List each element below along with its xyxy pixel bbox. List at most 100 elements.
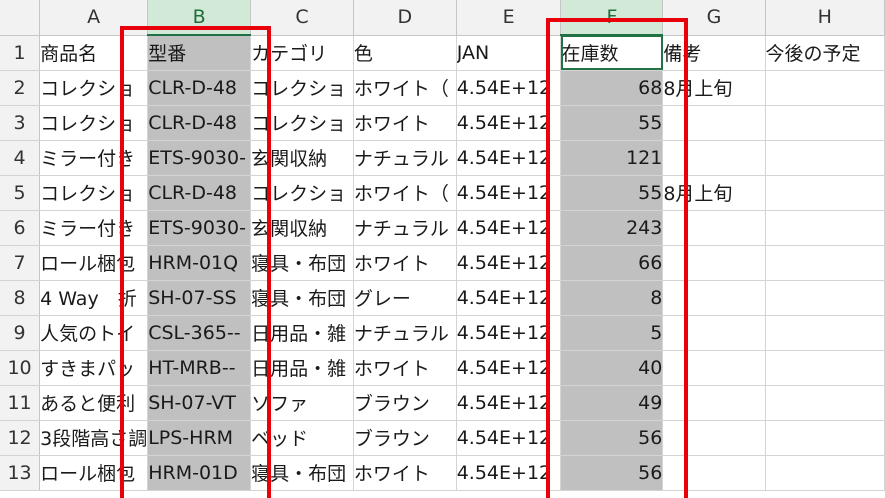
cell-e13[interactable]: 4.54E+12 [456,455,562,491]
cell-g3[interactable] [662,105,766,141]
cell-e11[interactable]: 4.54E+12 [456,385,562,421]
cell-b13[interactable]: HRM-01D [147,455,252,491]
cell-e6[interactable]: 4.54E+12 [456,210,562,246]
row-header-10[interactable]: 10 [0,350,41,386]
cell-h11[interactable] [765,385,885,421]
cell-a12[interactable]: 3段階高さ調 [39,420,149,456]
cell-g8[interactable] [662,280,766,316]
cell-h12[interactable] [765,420,885,456]
column-header-a[interactable]: A [39,0,149,36]
cell-d5[interactable]: ホワイト（ [353,175,457,211]
row-header-6[interactable]: 6 [0,210,41,246]
cell-e4[interactable]: 4.54E+12 [456,140,562,176]
cell-d3[interactable]: ホワイト [353,105,457,141]
cell-f13[interactable]: 56 [560,455,664,491]
cell-g4[interactable] [662,140,766,176]
cell-c10[interactable]: 日用品・雑 [250,350,354,386]
cell-a11[interactable]: あると便利 [39,385,149,421]
cell-e10[interactable]: 4.54E+12 [456,350,562,386]
cell-c1[interactable]: カテゴリ [250,35,354,71]
cell-c2[interactable]: コレクショ [250,70,354,106]
cell-a10[interactable]: すきまパッ [39,350,149,386]
cell-e5[interactable]: 4.54E+12 [456,175,562,211]
cell-e1[interactable]: JAN [456,35,562,71]
cell-h9[interactable] [765,315,885,351]
select-all-corner[interactable] [0,0,41,36]
column-header-g[interactable]: G [662,0,766,36]
cell-h1[interactable]: 今後の予定 [765,35,885,71]
cell-d11[interactable]: ブラウン [353,385,457,421]
column-header-d[interactable]: D [353,0,457,36]
row-header-3[interactable]: 3 [0,105,41,141]
cell-g10[interactable] [662,350,766,386]
row-header-13[interactable]: 13 [0,455,41,491]
cell-f2[interactable]: 68 [560,70,664,106]
cell-f6[interactable]: 243 [560,210,664,246]
cell-c3[interactable]: コレクショ [250,105,354,141]
cell-a13[interactable]: ロール梱包 [39,455,149,491]
row-header-4[interactable]: 4 [0,140,41,176]
cell-g5[interactable]: 8月上旬 [662,175,766,211]
cell-a2[interactable]: コレクショ [39,70,149,106]
cell-c12[interactable]: ベッド [250,420,354,456]
cell-e3[interactable]: 4.54E+12 [456,105,562,141]
cell-a8[interactable]: 4 Way 折 [39,280,149,316]
cell-f8[interactable]: 8 [560,280,664,316]
cell-e7[interactable]: 4.54E+12 [456,245,562,281]
cell-e9[interactable]: 4.54E+12 [456,315,562,351]
cell-f1[interactable]: 在庫数 [560,35,664,71]
cell-h8[interactable] [765,280,885,316]
cell-b5[interactable]: CLR-D-48 [147,175,252,211]
cell-h7[interactable] [765,245,885,281]
cell-b3[interactable]: CLR-D-48 [147,105,252,141]
row-header-2[interactable]: 2 [0,70,41,106]
cell-f9[interactable]: 5 [560,315,664,351]
column-header-f[interactable]: F [560,0,664,36]
cell-g9[interactable] [662,315,766,351]
cell-d4[interactable]: ナチュラル [353,140,457,176]
cell-f7[interactable]: 66 [560,245,664,281]
cell-h13[interactable] [765,455,885,491]
cell-g12[interactable] [662,420,766,456]
cell-a1[interactable]: 商品名 [39,35,149,71]
row-header-7[interactable]: 7 [0,245,41,281]
cell-d10[interactable]: ホワイト [353,350,457,386]
column-header-e[interactable]: E [456,0,562,36]
cell-c13[interactable]: 寝具・布団 [250,455,354,491]
row-header-8[interactable]: 8 [0,280,41,316]
cell-d8[interactable]: グレー [353,280,457,316]
cell-g13[interactable] [662,455,766,491]
cell-c7[interactable]: 寝具・布団 [250,245,354,281]
cell-b2[interactable]: CLR-D-48 [147,70,252,106]
row-header-9[interactable]: 9 [0,315,41,351]
cell-g11[interactable] [662,385,766,421]
cell-c4[interactable]: 玄関収納 [250,140,354,176]
cell-a7[interactable]: ロール梱包 [39,245,149,281]
cell-h4[interactable] [765,140,885,176]
cell-h10[interactable] [765,350,885,386]
cell-h6[interactable] [765,210,885,246]
cell-g7[interactable] [662,245,766,281]
cell-b8[interactable]: SH-07-SS [147,280,252,316]
row-header-1[interactable]: 1 [0,35,41,71]
cell-d6[interactable]: ナチュラル [353,210,457,246]
cell-e12[interactable]: 4.54E+12 [456,420,562,456]
cell-f4[interactable]: 121 [560,140,664,176]
cell-b1[interactable]: 型番 [147,35,252,71]
spreadsheet-grid[interactable]: ABCDEFGH 1 商品名 型番 カテゴリ色 JAN 在庫数 備考 今後の予定 2 コレクショ C… [0,0,885,491]
cell-f11[interactable]: 49 [560,385,664,421]
cell-d13[interactable]: ホワイト [353,455,457,491]
cell-d12[interactable]: ブラウン [353,420,457,456]
cell-b12[interactable]: LPS-HRM [147,420,252,456]
cell-d1[interactable]: 色 [353,35,457,71]
cell-b11[interactable]: SH-07-VT [147,385,252,421]
column-header-h[interactable]: H [765,0,885,36]
cell-a5[interactable]: コレクショ [39,175,149,211]
cell-c9[interactable]: 日用品・雑 [250,315,354,351]
row-header-11[interactable]: 11 [0,385,41,421]
cell-b4[interactable]: ETS-9030- [147,140,252,176]
cell-e8[interactable]: 4.54E+12 [456,280,562,316]
column-header-c[interactable]: C [250,0,354,36]
cell-h5[interactable] [765,175,885,211]
cell-c8[interactable]: 寝具・布団 [250,280,354,316]
